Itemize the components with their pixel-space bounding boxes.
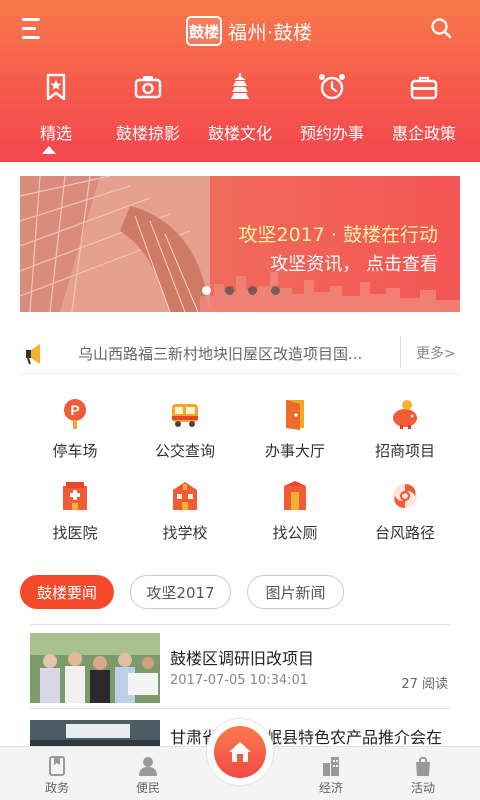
service-label: 公交查询 bbox=[154, 442, 215, 460]
service-label: 招商项目 bbox=[374, 442, 435, 460]
tab-jingji[interactable]: 经济 bbox=[286, 747, 376, 800]
service-bus[interactable]: 公交查询 bbox=[130, 398, 240, 468]
typhoon-icon bbox=[393, 484, 417, 508]
news-thumbnail bbox=[30, 633, 160, 703]
nav-item-yuyue-banshi[interactable]: 预约办事 bbox=[286, 66, 378, 162]
read-count: 27 阅读 bbox=[401, 677, 448, 692]
announcement-bar: 乌山西路福三新村地块旧屋区改造项目国... 更多> bbox=[20, 334, 460, 374]
nav-label: 惠企政策 bbox=[391, 124, 456, 143]
nav-label: 鼓楼掠影 bbox=[115, 124, 180, 143]
tab-huodong[interactable]: 活动 bbox=[378, 747, 468, 800]
service-typhoon[interactable]: 台风路径 bbox=[350, 480, 460, 550]
carousel-dot[interactable] bbox=[271, 286, 280, 295]
nav-label: 鼓楼文化 bbox=[207, 124, 272, 143]
pagoda-icon bbox=[231, 73, 249, 99]
service-label: 办事大厅 bbox=[264, 442, 325, 460]
tab-gongjian-2017[interactable]: 攻坚2017 bbox=[130, 575, 231, 609]
category-nav: 精选 鼓楼掠影 鼓楼文化 预约办事 惠企政策 bbox=[0, 66, 480, 162]
bus-icon bbox=[172, 404, 198, 427]
tab-photo-news[interactable]: 图片新闻 bbox=[247, 575, 344, 609]
tab-gulou-news[interactable]: 鼓楼要闻 bbox=[20, 575, 114, 609]
carousel-indicator bbox=[202, 286, 280, 295]
carousel-dot[interactable] bbox=[202, 286, 211, 295]
megaphone-icon bbox=[26, 344, 40, 365]
search-icon[interactable] bbox=[430, 17, 452, 39]
news-item[interactable]: 鼓楼区调研旧改项目 2017-07-05 10:34:01 27 阅读 bbox=[30, 633, 450, 703]
tab-label: 政务 bbox=[44, 781, 69, 795]
news-timestamp: 2017-07-05 10:34:01 bbox=[170, 673, 309, 688]
banner-title: 攻坚2017 · 鼓楼在行动 bbox=[238, 224, 438, 246]
more-link[interactable]: 更多> bbox=[416, 343, 456, 363]
nav-item-gulou-wenhua[interactable]: 鼓楼文化 bbox=[194, 66, 286, 162]
shopping-bag-icon bbox=[416, 756, 430, 776]
toilet-icon bbox=[284, 481, 306, 510]
divider bbox=[30, 624, 450, 625]
camera-icon bbox=[134, 76, 162, 99]
nav-item-gulou-lueying[interactable]: 鼓楼掠影 bbox=[102, 66, 194, 162]
service-label: 找医院 bbox=[52, 524, 98, 542]
nav-item-huiqi-zhengce[interactable]: 惠企政策 bbox=[378, 66, 470, 162]
nav-item-jingxuan[interactable]: 精选 bbox=[10, 66, 102, 162]
government-icon bbox=[49, 756, 65, 776]
person-icon bbox=[139, 757, 157, 776]
briefcase-icon bbox=[410, 76, 438, 100]
service-label: 台风路径 bbox=[374, 524, 435, 542]
divider bbox=[400, 336, 401, 368]
home-button[interactable] bbox=[206, 718, 274, 786]
home-button-face bbox=[214, 726, 266, 778]
tab-label: 经济 bbox=[318, 781, 343, 795]
service-school[interactable]: 找学校 bbox=[130, 480, 240, 550]
tab-label: 便民 bbox=[135, 781, 160, 795]
service-label: 停车场 bbox=[52, 442, 98, 460]
menu-icon[interactable] bbox=[22, 18, 46, 40]
active-indicator bbox=[42, 146, 56, 154]
news-title: 鼓楼区调研旧改项目 bbox=[170, 649, 315, 668]
tab-bianmin[interactable]: 便民 bbox=[103, 747, 193, 800]
bookmark-star-icon bbox=[46, 73, 66, 101]
divider bbox=[30, 708, 450, 709]
tab-zhengwu[interactable]: 政务 bbox=[12, 747, 102, 800]
tab-label: 活动 bbox=[410, 781, 435, 795]
service-label: 找公厕 bbox=[272, 524, 318, 542]
nav-label: 精选 bbox=[39, 124, 72, 143]
buildings-icon bbox=[323, 757, 339, 776]
service-investment[interactable]: 招商项目 bbox=[350, 398, 460, 468]
parking-icon: P bbox=[64, 399, 86, 429]
service-hospital[interactable]: 找医院 bbox=[20, 480, 130, 550]
top-bar: 鼓楼 福州·鼓楼 bbox=[0, 0, 480, 62]
service-label: 找学校 bbox=[162, 524, 208, 542]
promo-banner[interactable]: 攻坚2017 · 鼓楼在行动 攻坚资讯， 点击查看 bbox=[20, 176, 460, 312]
carousel-dot[interactable] bbox=[248, 286, 257, 295]
svg-text:P: P bbox=[70, 402, 79, 418]
service-toilet[interactable]: 找公厕 bbox=[240, 480, 350, 550]
hospital-icon bbox=[63, 482, 87, 510]
carousel-dot[interactable] bbox=[225, 286, 234, 295]
brand: 鼓楼 福州·鼓楼 bbox=[186, 14, 313, 48]
alarm-clock-icon bbox=[319, 74, 345, 100]
banner-subtitle: 攻坚资讯， 点击查看 bbox=[270, 254, 438, 275]
brand-logo: 鼓楼 bbox=[186, 16, 222, 46]
service-parking[interactable]: P 停车场 bbox=[20, 398, 130, 468]
app-title: 福州·鼓楼 bbox=[228, 21, 313, 44]
announcement-text[interactable]: 乌山西路福三新村地块旧屋区改造项目国... bbox=[78, 343, 404, 364]
nav-label: 预约办事 bbox=[299, 124, 364, 143]
school-icon bbox=[173, 482, 197, 510]
home-icon bbox=[229, 742, 251, 762]
app-header: 鼓楼 福州·鼓楼 精选 鼓楼掠影 鼓楼文化 预约办事 惠企政策 bbox=[0, 0, 480, 162]
building-illustration bbox=[20, 176, 210, 312]
piggy-bank-icon bbox=[393, 400, 417, 429]
service-hall[interactable]: 办事大厅 bbox=[240, 398, 350, 468]
door-icon bbox=[286, 400, 304, 430]
